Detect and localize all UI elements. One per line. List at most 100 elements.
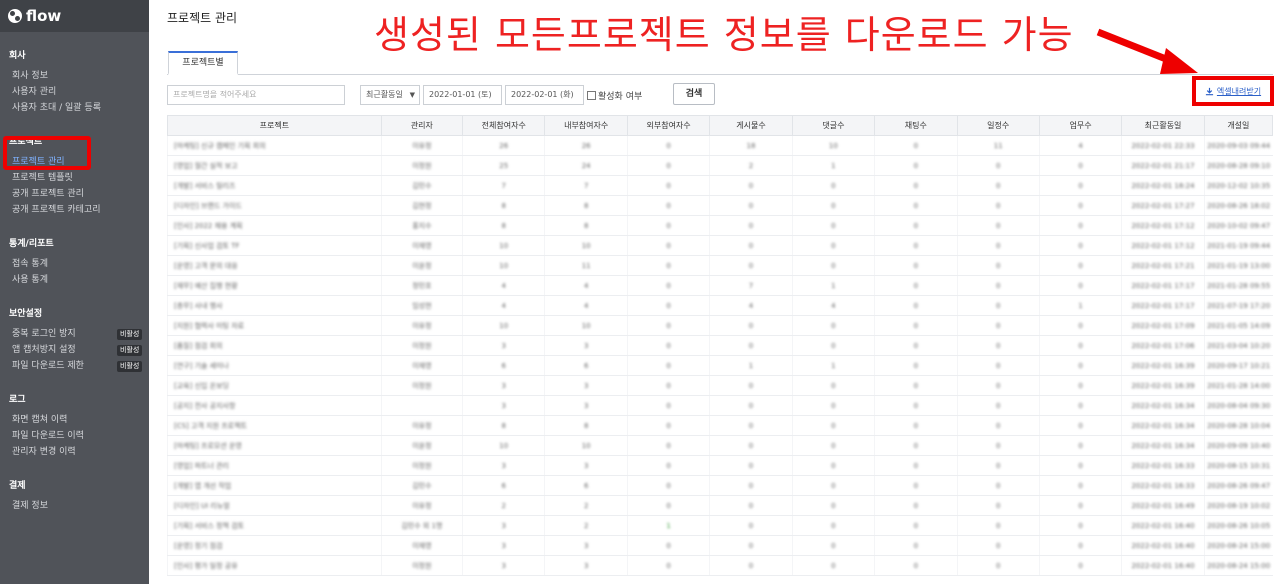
sidebar-item[interactable]: 파일 다운로드 이력 [9,428,149,444]
app-logo[interactable]: flow [0,0,149,32]
table-cell: 0 [1038,255,1122,276]
table-cell: 2022-02-01 16:40 [1121,535,1205,556]
table-row[interactable]: [기획] 신사업 검토 TF 이재영 10 10 0 0 0 0 0 0 2022-02-01 17… [167,235,1273,256]
sidebar-item[interactable]: 접속 통계 [9,256,149,272]
sidebar-item[interactable]: 사용자 초대 / 일괄 등록 [9,100,149,116]
start-date-input[interactable]: 2022-01-01 (토) [423,85,502,105]
column-header[interactable]: 내부참여자수 [544,115,628,136]
table-cell: [영업] 월간 실적 보고 [167,155,382,176]
tab-by-project[interactable]: 프로젝트별 [168,51,238,75]
table-row[interactable]: [디자인] 브랜드 가이드 김현정 8 8 0 0 0 0 0 0 2022-02-01 17:27… [167,195,1273,216]
table-row[interactable]: [마케팅] 신규 캠페인 기획 회의 이유정 26 26 0 18 10 0 11 4 2022-0… [167,135,1273,156]
sidebar-item[interactable]: 중복 로그인 방지 비활성 [9,326,149,342]
table-cell: 11 [544,255,628,276]
table-cell: 2022-02-01 16:34 [1121,435,1205,456]
sidebar-item[interactable]: 공개 프로젝트 관리 [9,186,149,202]
table-row[interactable]: [기획] 서비스 정책 검토 김민수 외 1명 3 2 1 0 0 0 0 0 2022-02-01… [167,515,1273,536]
sidebar-item[interactable]: 화면 캡쳐 이력 [9,412,149,428]
excel-download-button[interactable]: 엑셀내려받기 [1205,86,1261,97]
table-row[interactable]: [영업] 월간 실적 보고 이정원 25 24 0 2 1 0 0 0 2022-02-01 21:… [167,155,1273,176]
column-header[interactable]: 프로젝트 [167,115,382,136]
column-header[interactable]: 업무수 [1038,115,1123,136]
table-cell: 25 [462,155,545,176]
sidebar-item[interactable]: 관리자 변경 이력 [9,444,149,460]
column-header[interactable]: 개설일 [1203,115,1274,136]
column-header[interactable]: 채팅수 [874,115,958,136]
column-header[interactable]: 댓글수 [791,115,876,136]
sidebar-section-title: 통계/리포트 [9,239,54,249]
table-cell: 0 [791,435,875,456]
table-row[interactable]: [영업] 파트너 관리 이정원 3 3 0 0 0 0 0 0 2022-02-01 16:33 20… [167,455,1273,476]
project-search-input[interactable]: 프로젝트명을 적어주세요 [167,85,345,105]
table-cell: 0 [874,235,957,256]
table-row[interactable]: [개발] 앱 개선 작업 김민수 6 6 0 0 0 0 0 0 2022-02-01 16:33 2… [167,475,1273,496]
table-cell: 0 [709,215,793,236]
active-filter-checkbox[interactable]: 활성화 여부 [587,85,642,105]
table-cell: 0 [709,315,793,336]
table-row[interactable]: [품질] 점검 회의 이정원 3 3 0 0 0 0 0 0 2022-02-01 17:06 202… [167,335,1273,356]
table-row[interactable]: [운영] 정기 점검 이재영 3 3 0 0 0 0 0 0 2022-02-01 16:40 202… [167,535,1273,556]
table-cell: 2 [544,515,628,536]
table-row[interactable]: [마케팅] 프로모션 운영 이윤정 10 10 0 0 0 0 0 0 2022-02-01 16:… [167,435,1273,456]
table-row[interactable]: [디자인] UI 리뉴얼 이유정 2 2 0 0 0 0 0 0 2022-02-01 16:49 2… [167,495,1273,516]
table-cell: 0 [791,395,875,416]
table-row[interactable]: [지원] 협력사 미팅 자료 이유정 10 10 0 0 0 0 0 0 2022-02-01 17… [167,315,1273,336]
table-cell: 1 [791,275,875,296]
table-cell: 7 [544,175,628,196]
table-cell: 0 [709,515,793,536]
sidebar-item[interactable]: 앱 캡처방지 설정 비활성 [9,342,149,358]
sidebar-item[interactable]: 회사 정보 [9,68,149,84]
table-row[interactable]: [공지] 전사 공지사항 3 3 0 0 0 0 0 0 2022-02-01 16:34 2020… [167,395,1273,416]
sort-select[interactable]: 최근활동일 ▼ [360,85,420,105]
table-row[interactable]: [재무] 예산 집행 현황 정민호 4 4 0 7 1 0 0 0 2022-02-01 17:17… [167,275,1273,296]
table-cell: 0 [626,495,710,516]
table-cell: 0 [874,255,957,276]
table-cell: 0 [1038,515,1122,536]
table-row[interactable]: [CS] 고객 지원 프로젝트 이유정 8 8 0 0 0 0 0 0 2022-02-01 16:… [167,415,1273,436]
main-content: 프로젝트 관리 생성된 모든프로젝트 정보를 다운로드 가능 프로젝트별 프로젝… [149,0,1280,584]
table-cell: 2022-02-01 16:40 [1121,555,1205,576]
sidebar-item[interactable]: 프로젝트 템플릿 [9,170,149,186]
column-header[interactable]: 일정수 [956,115,1040,136]
table-cell: 0 [709,455,793,476]
table-cell: 2020-09-09 10:40 [1203,435,1273,456]
column-header[interactable]: 외부참여자수 [626,115,711,136]
table-cell: 0 [791,475,875,496]
table-row[interactable]: [연구] 기술 세미나 이재영 6 6 0 1 1 0 0 0 2022-02-01 16:39 20… [167,355,1273,376]
column-header[interactable]: 전체참여자수 [462,115,546,136]
table-cell: 8 [462,215,545,236]
table-header-row: 프로젝트 관리자 전체참여자수 내부참여자수 외부참여자수 게시물수 댓글수 채팅수 일정수 업무… [167,115,1274,136]
table-row[interactable]: [총무] 사내 행사 임성현 4 4 0 4 4 0 0 1 2022-02-01 17:17 202… [167,295,1273,316]
sidebar-item[interactable]: 공개 프로젝트 카테고리 [9,202,149,218]
sidebar-section-title: 결제 [9,481,26,491]
table-row[interactable]: [개발] 서비스 릴리즈 김민수 7 7 0 0 0 0 0 0 2022-02-01 18:24 2… [167,175,1273,196]
table-cell: 0 [1038,435,1122,456]
table-row[interactable]: [인사] 2022 채용 계획 홍지수 8 8 0 0 0 0 0 0 2022-02-01 17:… [167,215,1273,236]
table-cell: 0 [1038,215,1122,236]
table-cell [380,395,463,416]
table-cell: 0 [1038,355,1122,376]
table-cell: 0 [791,415,875,436]
table-row[interactable]: [인사] 평가 일정 공유 이정원 3 3 0 0 0 0 0 0 2022-02-01 16:40… [167,555,1273,576]
table-row[interactable]: [운영] 고객 문의 대응 이윤정 10 11 0 0 0 0 0 0 2022-02-01 17:… [167,255,1273,276]
chevron-down-icon: ▼ [409,91,415,99]
table-row[interactable]: [교육] 신입 온보딩 이정원 3 3 0 0 0 0 0 0 2022-02-01 16:39 20… [167,375,1273,396]
column-header[interactable]: 최근활동일 [1121,115,1205,136]
sidebar-item[interactable]: 사용 통계 [9,272,149,288]
table-cell: 0 [956,315,1040,336]
column-header[interactable]: 게시물수 [709,115,793,136]
table-cell: 0 [956,155,1040,176]
table-cell: 0 [956,375,1040,396]
search-button[interactable]: 검색 [673,83,715,105]
table-cell: 0 [791,495,875,516]
table-cell: 8 [462,415,545,436]
column-header[interactable]: 관리자 [380,115,464,136]
sidebar-item[interactable]: 결제 정보 [9,498,149,514]
flow-logo-icon [8,9,22,23]
table-cell: 0 [791,315,875,336]
sidebar-item[interactable]: 사용자 관리 [9,84,149,100]
table-cell: 3 [462,555,545,576]
table-cell: [마케팅] 신규 캠페인 기획 회의 [167,135,382,156]
end-date-input[interactable]: 2022-02-01 (화) [505,85,584,105]
sidebar-item[interactable]: 파일 다운로드 제한 비활성 [9,358,149,374]
